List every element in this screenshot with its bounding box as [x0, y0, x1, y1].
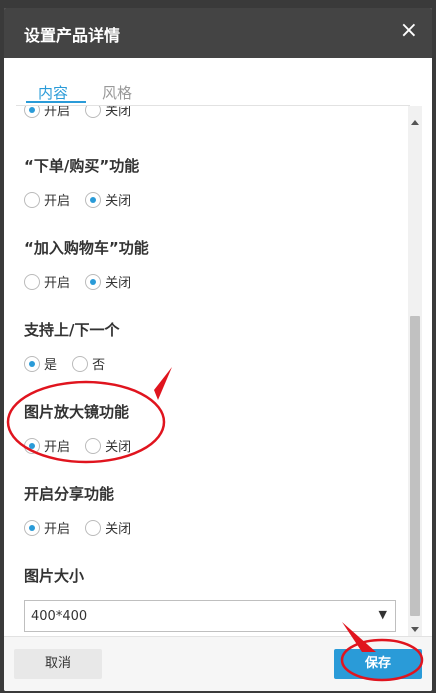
radio-option[interactable]: 关闭 [85, 272, 131, 291]
radio-group-top: 开启 关闭 [24, 106, 141, 122]
radio-group-cart: 开启 关闭 [24, 272, 141, 294]
dialog-footer: 取消 保存 [4, 636, 432, 691]
dialog-header: 设置产品详情 × [4, 8, 432, 58]
radio-unchecked-icon [85, 519, 102, 536]
radio-checked-icon [24, 519, 40, 536]
radio-option[interactable]: 开启 [24, 190, 70, 209]
chevron-down-icon: ▼ [378, 608, 387, 621]
label-add-to-cart: “加入购物车”功能 [24, 239, 149, 257]
radio-unchecked-icon [24, 191, 40, 208]
radio-option[interactable]: 开启 [24, 106, 70, 119]
dialog-title: 设置产品详情 [24, 26, 121, 45]
settings-content: 开启 关闭 “下单/购买”功能 开启 关闭 “加入购物车”功能 开启 关闭 支持… [4, 106, 408, 636]
radio-group-order: 开启 关闭 [24, 190, 141, 212]
product-details-dialog: 设置产品详情 × 内容 风格 开启 关闭 “下单/购买”功能 开启 关闭 “加入… [4, 8, 432, 691]
radio-unchecked-icon [24, 273, 40, 290]
radio-unchecked-icon [72, 355, 89, 372]
image-size-select[interactable]: 400*400 ▼ [24, 600, 396, 632]
radio-option[interactable]: 是 [24, 354, 57, 373]
radio-checked-icon [24, 437, 40, 454]
cancel-button[interactable]: 取消 [14, 649, 102, 679]
radio-option[interactable]: 开启 [24, 436, 70, 455]
radio-unchecked-icon [85, 106, 102, 118]
save-button[interactable]: 保存 [334, 649, 422, 679]
radio-group-image-zoom: 开启 关闭 [24, 436, 141, 458]
label-image-size: 图片大小 [24, 567, 85, 585]
radio-checked-icon [85, 191, 102, 208]
label-order-purchase: “下单/购买”功能 [24, 157, 140, 175]
tab-bar: 内容 风格 [4, 58, 432, 106]
close-icon[interactable]: × [400, 20, 418, 42]
image-size-value: 400*400 [31, 609, 88, 624]
radio-group-prev-next: 是 否 [24, 354, 115, 376]
scroll-down-icon[interactable] [411, 627, 419, 632]
scroll-thumb[interactable] [410, 316, 420, 616]
radio-option[interactable]: 开启 [24, 518, 70, 537]
radio-option[interactable]: 开启 [24, 272, 70, 291]
scrollbar[interactable] [408, 106, 422, 636]
radio-checked-icon [24, 106, 40, 118]
radio-option[interactable]: 关闭 [85, 190, 131, 209]
tab-content[interactable]: 内容 [38, 82, 68, 103]
radio-option[interactable]: 关闭 [85, 518, 131, 537]
tab-style[interactable]: 风格 [102, 82, 132, 103]
radio-option[interactable]: 关闭 [85, 436, 131, 455]
label-prev-next: 支持上/下一个 [24, 321, 120, 339]
radio-unchecked-icon [85, 437, 102, 454]
radio-checked-icon [24, 355, 40, 372]
scroll-up-icon[interactable] [411, 120, 419, 125]
label-image-zoom: 图片放大镜功能 [24, 403, 130, 421]
active-tab-indicator [26, 101, 86, 103]
radio-checked-icon [85, 273, 102, 290]
radio-option[interactable]: 否 [72, 354, 105, 373]
radio-option[interactable]: 关闭 [85, 106, 131, 119]
radio-group-share: 开启 关闭 [24, 518, 141, 540]
label-share: 开启分享功能 [24, 485, 115, 503]
